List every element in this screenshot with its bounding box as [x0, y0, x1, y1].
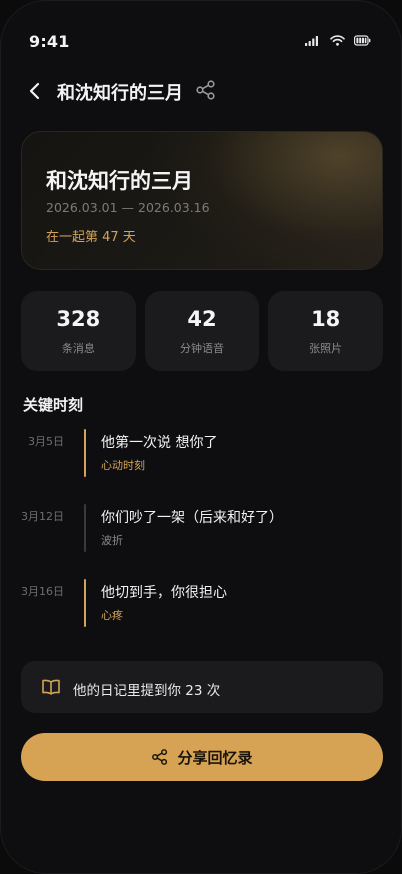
diary-mentions-card[interactable]: 他的日记里提到你 23 次 — [21, 661, 383, 713]
chevron-left-icon — [29, 82, 40, 100]
share-memoir-button[interactable]: 分享回忆录 — [21, 733, 383, 781]
signal-icon — [305, 36, 318, 46]
stat-value: 42 — [187, 307, 217, 331]
moment-item[interactable]: 3月5日 他第一次说 想你了 心动时刻 — [1, 429, 401, 479]
status-icons — [305, 35, 371, 46]
moment-tag: 心疼 — [101, 609, 123, 622]
stat-photos-card: 18 张照片 — [268, 291, 384, 371]
stats-row: 328 条消息 42 分钟语音 18 张照片 — [21, 291, 384, 371]
memoir-title: 和沈知行的三月 — [46, 169, 193, 193]
together-days: 在一起第 47 天 — [46, 230, 136, 245]
back-button[interactable] — [21, 77, 49, 105]
share-icon — [196, 80, 215, 100]
stat-messages-card: 328 条消息 — [21, 291, 136, 371]
moment-date: 3月5日 — [28, 435, 64, 448]
moment-date: 3月12日 — [21, 510, 64, 523]
memoir-date-range: 2026.03.01 — 2026.03.16 — [46, 200, 210, 215]
moment-title: 他切到手，你很担心 — [101, 585, 227, 601]
moment-item[interactable]: 3月12日 你们吵了一架（后来和好了） 波折 — [1, 504, 401, 554]
wifi-icon — [330, 35, 345, 46]
share-button-label: 分享回忆录 — [177, 748, 253, 767]
memoir-summary-card: 和沈知行的三月 2026.03.01 — 2026.03.16 在一起第 47 … — [21, 131, 383, 270]
book-open-icon — [42, 679, 60, 695]
moment-tag: 波折 — [101, 534, 123, 547]
stat-value: 18 — [311, 307, 341, 331]
stat-voice-card: 42 分钟语音 — [144, 291, 260, 371]
moment-title: 你们吵了一架（后来和好了） — [101, 510, 283, 526]
moment-date: 3月16日 — [21, 585, 64, 598]
stat-label: 条消息 — [61, 342, 95, 355]
moment-item[interactable]: 3月16日 他切到手，你很担心 心疼 — [1, 579, 401, 629]
status-bar: 9:41 — [1, 1, 401, 55]
moment-accent-bar — [84, 579, 86, 627]
nav-header: 和沈知行的三月 — [1, 73, 401, 109]
stat-label: 分钟语音 — [180, 342, 224, 355]
phone-screen: 9:41 和沈知行的三月 和沈知行的三月 2026.03.01 — 2026.0… — [0, 0, 402, 874]
status-time: 9:41 — [29, 32, 70, 51]
stat-value: 328 — [56, 307, 101, 331]
page-title: 和沈知行的三月 — [57, 83, 183, 104]
header-share-button[interactable] — [194, 78, 218, 102]
moment-accent-bar — [84, 504, 86, 552]
moment-accent-bar — [84, 429, 86, 477]
battery-icon — [354, 35, 371, 46]
share-icon — [152, 749, 168, 765]
moment-tag: 心动时刻 — [101, 459, 145, 472]
key-moments-title: 关键时刻 — [23, 396, 84, 414]
moment-title: 他第一次说 想你了 — [101, 435, 218, 451]
stat-label: 张照片 — [309, 342, 343, 355]
diary-mentions-text: 他的日记里提到你 23 次 — [73, 683, 221, 699]
